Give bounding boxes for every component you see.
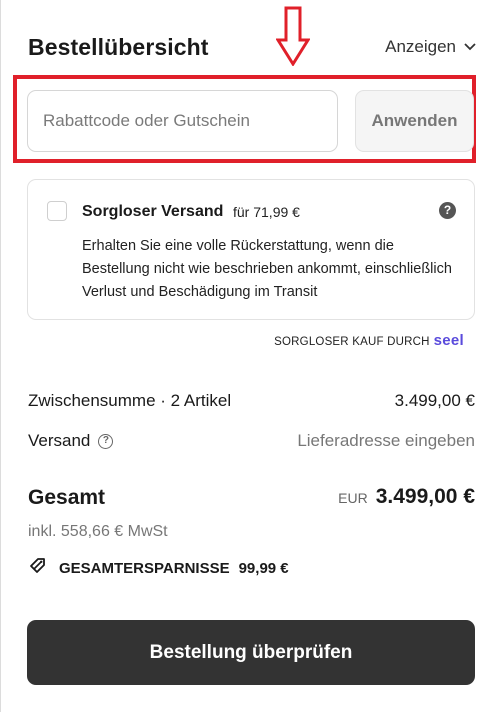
discount-code-input[interactable]: [27, 90, 338, 152]
show-summary-toggle[interactable]: Anzeigen: [385, 37, 476, 57]
question-circle-icon[interactable]: ?: [439, 202, 456, 219]
subtotal-value: 3.499,00 €: [394, 391, 475, 410]
price-tag-icon: [28, 557, 50, 579]
page-title: Bestellübersicht: [28, 34, 209, 60]
savings-value: 99,99 €: [238, 559, 289, 577]
total-label: Gesamt: [28, 486, 106, 509]
currency-code: EUR: [338, 490, 368, 506]
total-amount-group: EUR 3.499,00 €: [338, 485, 475, 509]
shipping-protection-title: Sorgloser Versand: [82, 203, 224, 220]
seel-attribution-text: SORGLOSER KAUF DURCH: [274, 336, 430, 348]
show-summary-label: Anzeigen: [385, 37, 456, 56]
review-order-button[interactable]: Bestellung überprüfen: [27, 620, 475, 685]
apply-discount-button[interactable]: Anwenden: [355, 90, 474, 152]
shipping-protection-description: Erhalten Sie eine volle Rückerstattung, …: [82, 238, 452, 300]
subtotal-label: Zwischensumme · 2 Artikel: [28, 391, 232, 410]
shipping-label: Versand: [28, 431, 91, 450]
total-savings: GESAMTERSPARNISSE 99,99 €: [28, 557, 289, 579]
total-amount: 3.499,00 €: [375, 485, 475, 508]
seel-attribution: SORGLOSER KAUF DURCH seel: [274, 332, 464, 349]
order-summary-header: Bestellübersicht Anzeigen: [28, 34, 476, 66]
savings-label: GESAMTERSPARNISSE: [59, 559, 230, 577]
shipping-value: Lieferadresse eingeben: [297, 431, 475, 450]
shipping-help-icon[interactable]: ?: [98, 433, 114, 449]
shipping-protection-checkbox[interactable]: [47, 201, 67, 221]
shipping-protection-price: für 71,99 €: [233, 204, 300, 220]
panel-divider: [0, 0, 1, 712]
tax-note: inkl. 558,66 € MwSt: [28, 523, 168, 540]
chevron-down-icon: [464, 43, 476, 51]
shipping-protection-card: Sorgloser Versand für 71,99 € ? Erhalten…: [27, 179, 475, 320]
seel-logo[interactable]: seel: [434, 332, 464, 349]
shipping-label-group: Versand ?: [28, 431, 114, 451]
